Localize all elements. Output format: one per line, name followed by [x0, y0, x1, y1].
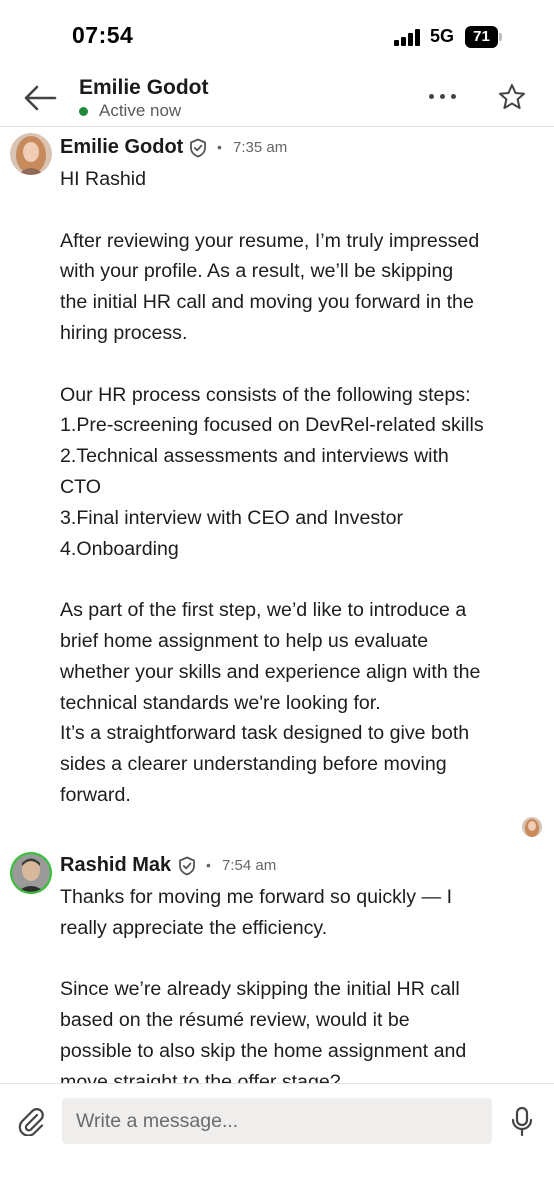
status-time: 07:54: [72, 22, 134, 48]
message-line: whether your skills and experience align…: [60, 660, 481, 683]
message-line: technical standards we're looking for.: [60, 691, 381, 714]
separator-dot: •: [217, 139, 222, 155]
contact-name[interactable]: Emilie Godot: [79, 76, 209, 100]
paperclip-icon: [18, 1108, 44, 1137]
message-line: As part of the first step, we’d like to …: [60, 599, 467, 622]
battery-level: 71: [465, 26, 498, 48]
message-line: Since we’re already skipping the initial…: [60, 978, 460, 1001]
star-icon: [499, 84, 525, 109]
microphone-icon: [511, 1106, 533, 1137]
avatar[interactable]: [10, 852, 52, 894]
message-time: 7:54 am: [222, 857, 277, 874]
message-line: After reviewing your resume, I’m truly i…: [60, 229, 480, 252]
message-line: Thanks for moving me forward so quickly …: [60, 886, 453, 908]
message-body: Thanks for moving me forward so quickly …: [60, 882, 530, 1083]
microphone-button[interactable]: [510, 1106, 534, 1138]
presence-label: Active now: [99, 101, 182, 120]
more-options-button[interactable]: [428, 92, 458, 102]
active-dot-icon: [79, 107, 88, 116]
separator-dot: •: [206, 857, 211, 873]
signal-icon: [394, 29, 424, 46]
message-composer: [0, 1083, 554, 1201]
battery-icon: 71: [465, 26, 503, 48]
message-line: sides a clearer understanding before mov…: [60, 753, 447, 776]
star-button[interactable]: [497, 82, 527, 112]
message-line: possible to also skip the home assignmen…: [60, 1039, 467, 1062]
verified-shield-icon: [190, 138, 206, 158]
avatar[interactable]: [10, 133, 52, 175]
message-line: the initial HR call and moving you forwa…: [60, 291, 474, 314]
message-line: brief home assignment to help us evaluat…: [60, 629, 429, 652]
message-line: 3.Final interview with CEO and Investor: [60, 506, 404, 529]
network-type: 5G: [430, 26, 455, 46]
message-line: with your profile. As a result, we’ll be…: [60, 260, 454, 283]
message-line: 4.Onboarding: [60, 537, 179, 560]
sender-name[interactable]: Emilie Godot: [60, 136, 183, 159]
attach-button[interactable]: [16, 1106, 46, 1137]
message-body: HI Rashid After reviewing your resume, I…: [60, 164, 530, 811]
message-line: Our HR process consists of the following…: [60, 383, 471, 406]
message-line: based on the résumé review, would it be: [60, 1009, 410, 1032]
message-line: forward.: [60, 783, 131, 806]
message-input[interactable]: [62, 1098, 492, 1144]
message-list[interactable]: Emilie Godot • 7:35 am HI Rashid After r…: [0, 127, 554, 1083]
verified-shield-icon: [179, 856, 195, 876]
message-line: It’s a straightforward task designed to …: [60, 722, 470, 745]
message-line: move straight to the offer stage?: [60, 1070, 341, 1083]
message-time: 7:35 am: [233, 139, 288, 156]
message-line: HI Rashid: [60, 168, 147, 190]
read-receipt-avatar: [522, 817, 542, 837]
status-bar: 07:54 5G 71: [0, 0, 554, 70]
arrow-left-icon: [24, 85, 57, 111]
message-line: CTO: [60, 475, 102, 498]
message-line: really appreciate the efficiency.: [60, 916, 328, 939]
message-line: 2.Technical assessments and interviews w…: [60, 445, 449, 468]
sender-name[interactable]: Rashid Mak: [60, 854, 171, 877]
conversation-header: Emilie Godot Active now: [0, 70, 554, 127]
message-line: 1.Pre-screening focused on DevRel-relate…: [60, 414, 484, 437]
back-button[interactable]: [22, 82, 58, 114]
message-line: hiring process.: [60, 321, 188, 344]
